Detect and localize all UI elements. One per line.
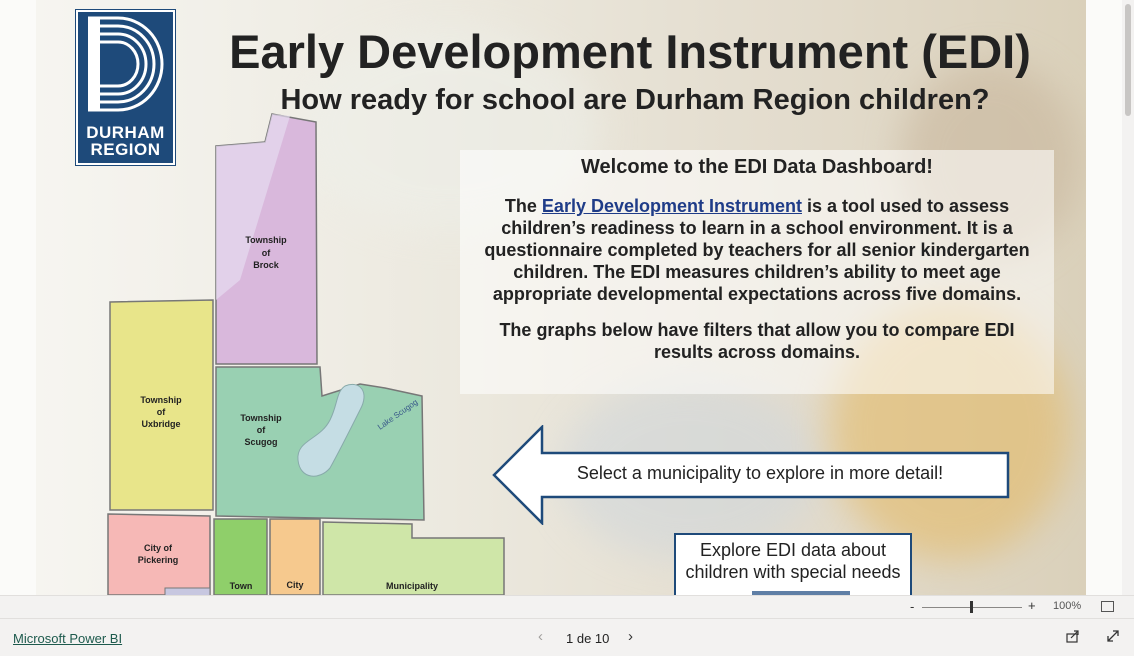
- next-page-button[interactable]: ›: [628, 628, 633, 645]
- zoom-in-button[interactable]: +: [1028, 598, 1036, 613]
- fullscreen-icon[interactable]: [1106, 629, 1120, 643]
- brock-label-line: Township: [245, 235, 287, 245]
- power-bi-link[interactable]: Microsoft Power BI: [13, 631, 122, 646]
- canvas-margin-right: [1086, 0, 1122, 595]
- scugog-label-line: Scugog: [245, 437, 278, 447]
- city-label: City: [286, 580, 303, 590]
- uxbridge-label-line: Uxbridge: [141, 419, 180, 429]
- zoom-bar: - + 100%: [0, 595, 1134, 618]
- filters-paragraph: The graphs below have filters that allow…: [499, 320, 1015, 362]
- special-needs-callout: Explore EDI data about children with spe…: [674, 533, 912, 595]
- page-indicator: 1 de 10: [566, 631, 610, 646]
- edi-link[interactable]: Early Development Instrument: [542, 196, 802, 216]
- zoom-level: 100%: [1053, 600, 1082, 612]
- special-needs-text: Explore EDI data about children with spe…: [685, 540, 901, 582]
- pickering-label-line: Pickering: [138, 555, 179, 565]
- region-uxbridge[interactable]: [109, 299, 214, 511]
- share-icon[interactable]: [1066, 629, 1080, 643]
- previous-page-button[interactable]: ‹: [538, 628, 543, 645]
- municipality-label: Municipality: [386, 581, 438, 591]
- vertical-scrollbar[interactable]: [1122, 0, 1134, 595]
- scugog-label-line: of: [257, 425, 266, 435]
- uxbridge-label-line: of: [157, 407, 166, 417]
- welcome-prefix: The: [504, 196, 542, 216]
- zoom-out-button[interactable]: -: [910, 599, 914, 614]
- welcome-heading: Welcome to the EDI Data Dashboard!: [581, 156, 933, 178]
- scrollbar-thumb[interactable]: [1125, 4, 1131, 116]
- pickering-inset: [164, 587, 211, 595]
- brock-label-line: of: [262, 248, 271, 258]
- welcome-textbox: Welcome to the EDI Data Dashboard! The E…: [460, 150, 1054, 394]
- fit-to-page-icon[interactable]: [1101, 601, 1114, 612]
- page-title: Early Development Instrument (EDI): [229, 25, 1031, 78]
- welcome-paragraph: The Early Development Instrument is a to…: [468, 195, 1046, 305]
- footer-bar: Microsoft Power BI ‹ 1 de 10 ›: [0, 618, 1134, 656]
- uxbridge-label-line: Township: [140, 395, 182, 405]
- arrow-callout-text: Select a municipality to explore in more…: [576, 463, 944, 483]
- durham-d-icon: [88, 16, 164, 112]
- pickering-label-line: City of: [144, 543, 173, 553]
- town-label: Town: [230, 581, 253, 591]
- canvas-margin-left: [0, 0, 36, 595]
- zoom-slider-thumb[interactable]: [970, 601, 973, 613]
- report-canvas: DURHAM REGION Early Development Instrume…: [0, 0, 1122, 595]
- scugog-label-line: Township: [240, 413, 282, 423]
- brock-label-line: Brock: [253, 260, 280, 270]
- municipality-map: Township of Brock Township of Uxbridge L…: [107, 113, 505, 595]
